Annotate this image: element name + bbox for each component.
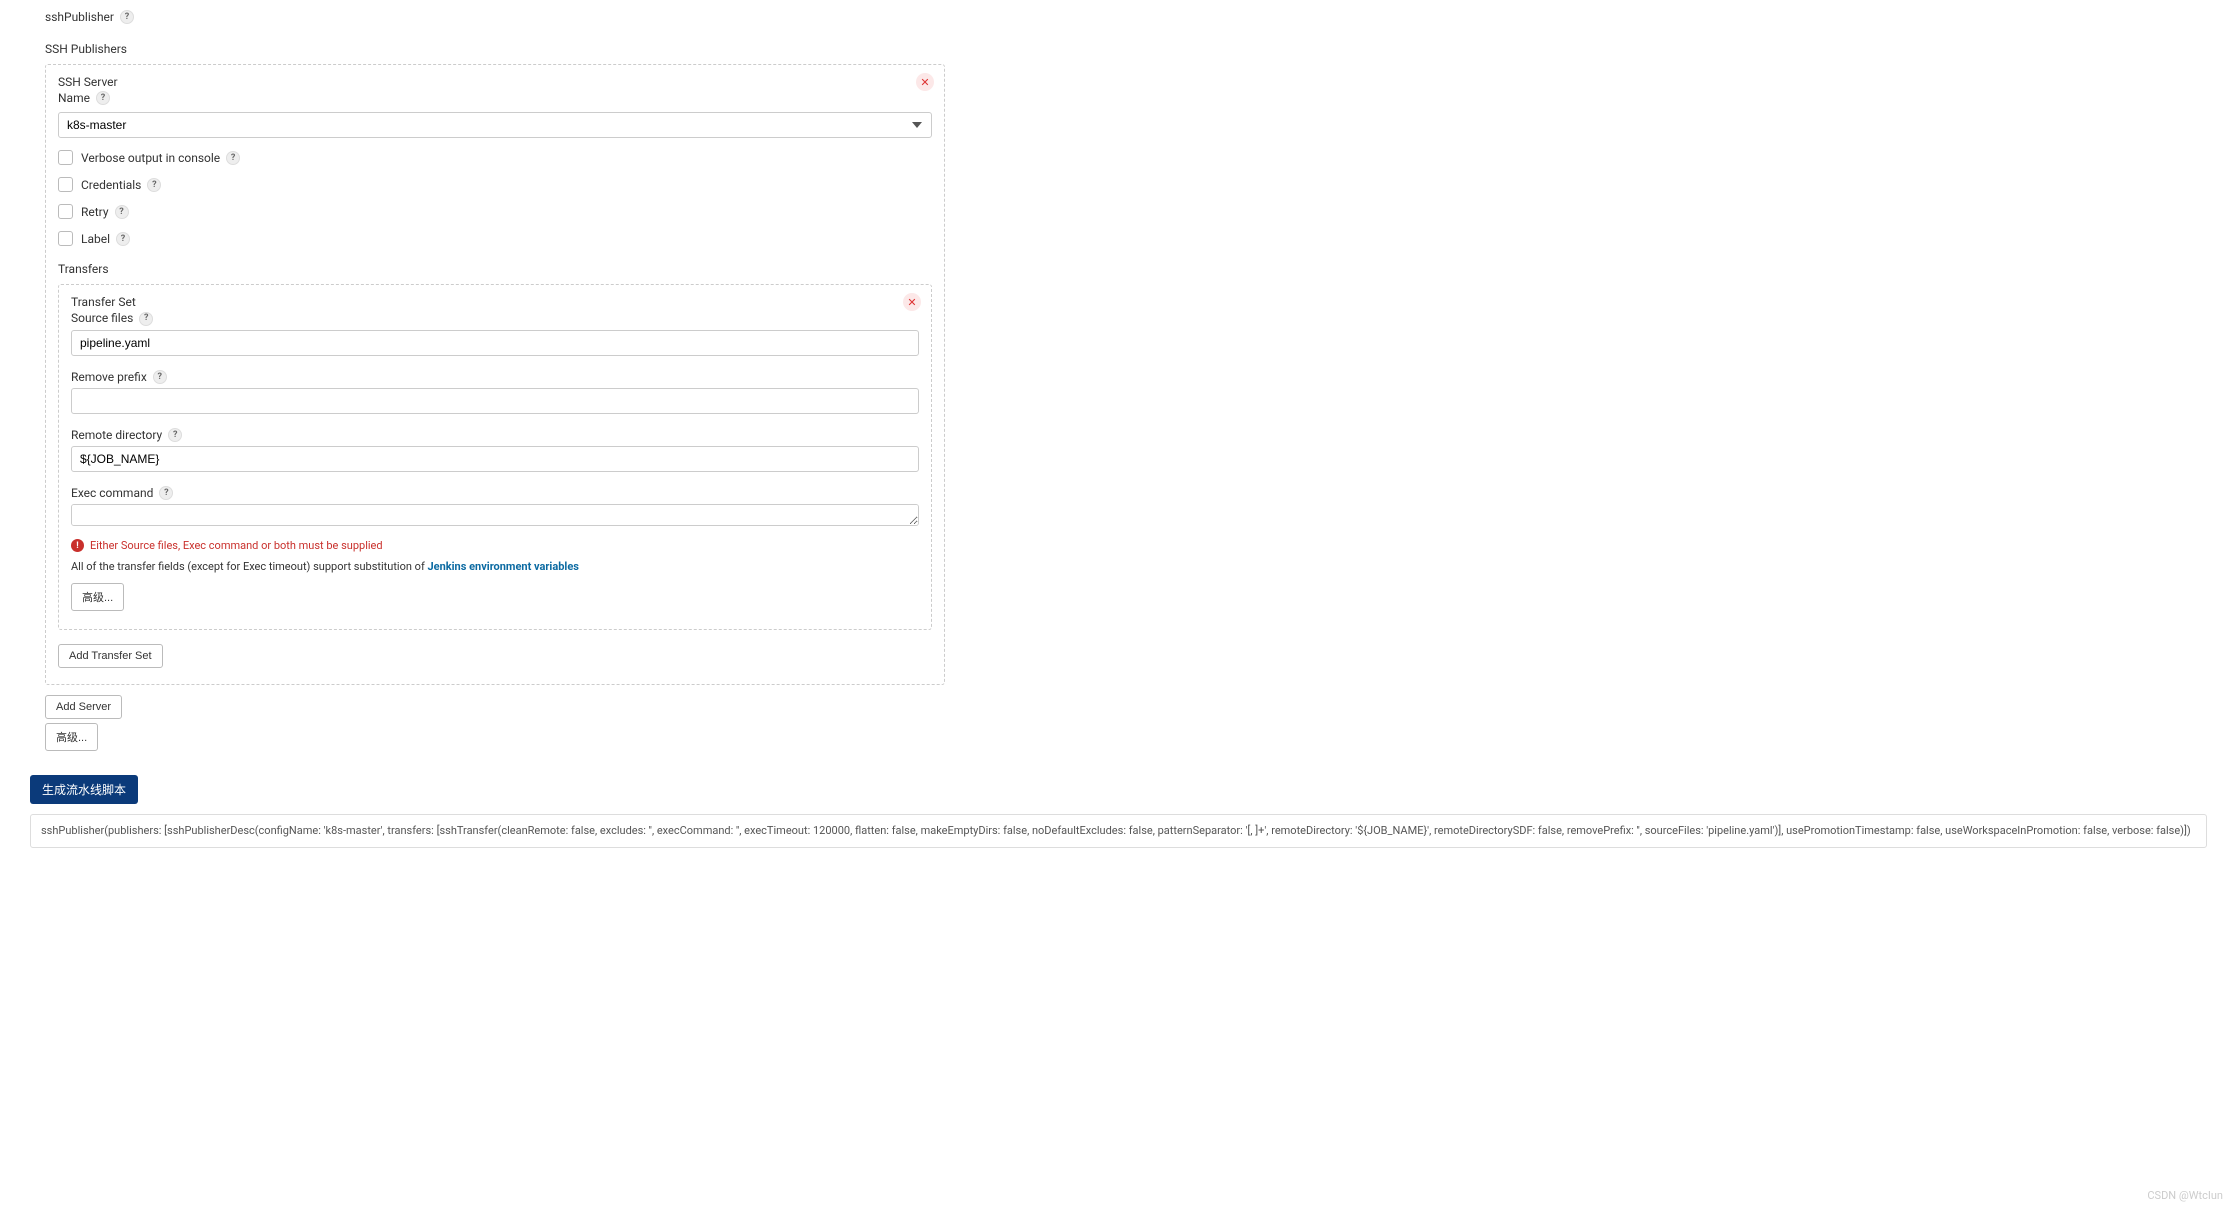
add-server-button[interactable]: Add Server	[45, 695, 122, 719]
hint-text: All of the transfer fields (except for E…	[71, 560, 919, 573]
help-icon[interactable]: ?	[116, 232, 130, 246]
exec-command-input[interactable]	[71, 504, 919, 526]
source-files-input[interactable]	[71, 330, 919, 356]
label-label: Label ?	[81, 232, 130, 246]
credentials-checkbox[interactable]	[58, 177, 73, 192]
label-checkbox[interactable]	[58, 231, 73, 246]
error-icon: !	[71, 539, 84, 552]
remove-prefix-label: Remove prefix	[71, 370, 147, 384]
help-icon[interactable]: ?	[115, 205, 129, 219]
add-transfer-set-button[interactable]: Add Transfer Set	[58, 644, 163, 668]
transfer-advanced-button[interactable]: 高级...	[71, 583, 124, 611]
remote-directory-label: Remote directory	[71, 428, 162, 442]
help-icon[interactable]: ?	[153, 370, 167, 384]
error-text: Either Source files, Exec command or bot…	[90, 539, 383, 552]
help-icon[interactable]: ?	[120, 10, 134, 24]
help-icon[interactable]: ?	[139, 312, 153, 326]
pipeline-script-output: sshPublisher(publishers: [sshPublisherDe…	[30, 814, 2207, 847]
help-icon[interactable]: ?	[147, 178, 161, 192]
retry-label: Retry ?	[81, 205, 129, 219]
transfer-set-panel: ✕ Transfer Set Source files ? Remove pre…	[58, 284, 932, 630]
jenkins-env-vars-link[interactable]: Jenkins environment variables	[428, 560, 579, 573]
ssh-server-name-label: Name	[58, 91, 90, 107]
generate-pipeline-script-button[interactable]: 生成流水线脚本	[30, 775, 138, 804]
remove-prefix-input[interactable]	[71, 388, 919, 414]
ssh-publishers-section-label: SSH Publishers	[45, 42, 945, 56]
remote-directory-input[interactable]	[71, 446, 919, 472]
credentials-label: Credentials ?	[81, 178, 161, 192]
watermark: CSDN @WtcIun	[2147, 1189, 2223, 1202]
ssh-server-panel: ✕ SSH Server Name ? k8s-master Verbose o…	[45, 64, 945, 685]
help-icon[interactable]: ?	[96, 91, 110, 105]
ssh-server-label: SSH Server	[58, 75, 932, 91]
transfer-set-label: Transfer Set	[71, 295, 919, 311]
retry-checkbox[interactable]	[58, 204, 73, 219]
ssh-publisher-text: sshPublisher	[45, 10, 114, 24]
outer-advanced-button[interactable]: 高级...	[45, 723, 98, 751]
verbose-label: Verbose output in console ?	[81, 151, 240, 165]
source-files-label: Source files	[71, 311, 133, 327]
help-icon[interactable]: ?	[168, 428, 182, 442]
ssh-publisher-label: sshPublisher ?	[45, 10, 945, 24]
error-row: ! Either Source files, Exec command or b…	[71, 539, 919, 552]
remove-ssh-server-button[interactable]: ✕	[916, 73, 934, 91]
transfers-section-label: Transfers	[58, 262, 932, 276]
verbose-checkbox[interactable]	[58, 150, 73, 165]
ssh-server-name-select[interactable]: k8s-master	[58, 112, 932, 138]
help-icon[interactable]: ?	[159, 486, 173, 500]
exec-command-label: Exec command	[71, 486, 153, 500]
help-icon[interactable]: ?	[226, 151, 240, 165]
